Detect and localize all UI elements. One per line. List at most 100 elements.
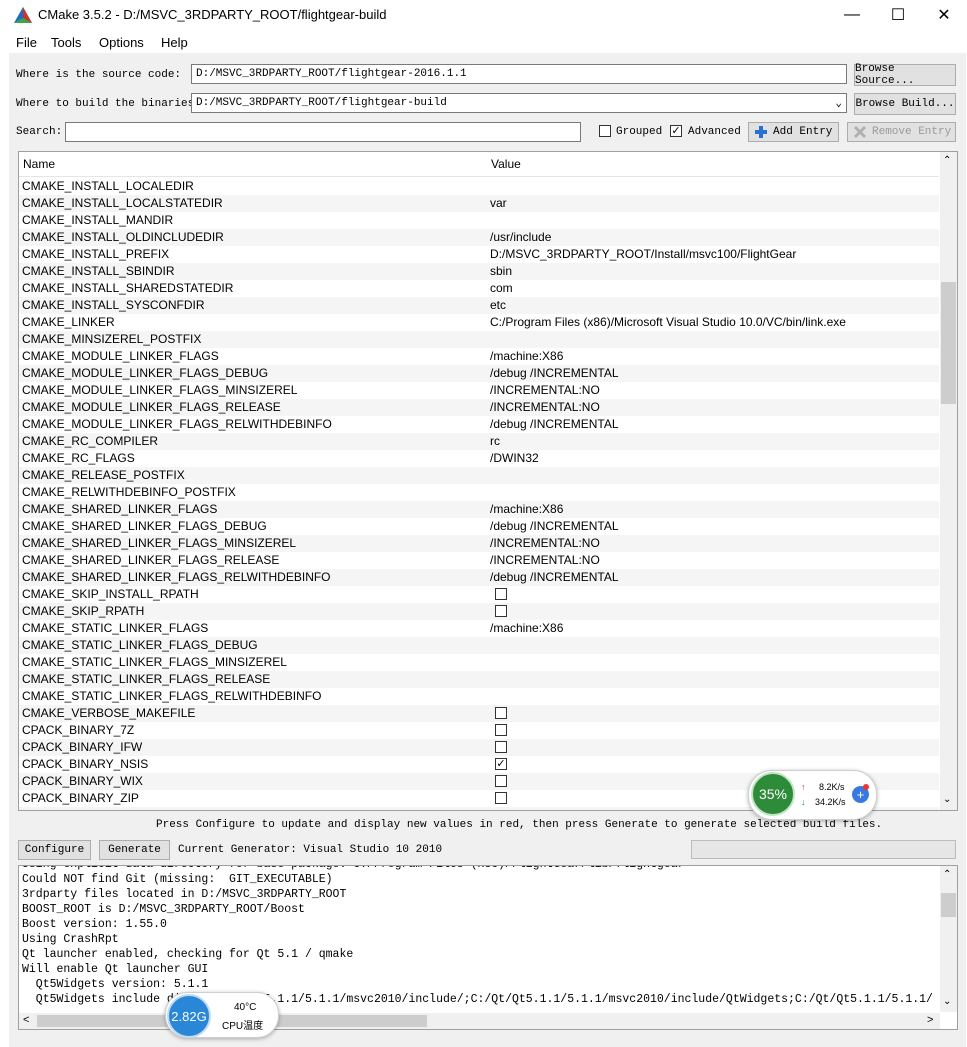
table-row[interactable]: CMAKE_INSTALL_PREFIX D:/MSVC_3RDPARTY_ROO… bbox=[19, 246, 939, 263]
table-row[interactable]: CMAKE_LINKER C:/Program Files (x86)/Micro… bbox=[19, 314, 939, 331]
row-value[interactable]: sbin bbox=[490, 264, 512, 278]
row-checkbox[interactable] bbox=[495, 792, 507, 804]
row-value[interactable]: /debug /INCREMENTAL bbox=[490, 570, 619, 584]
row-value[interactable]: /debug /INCREMENTAL bbox=[490, 366, 619, 380]
row-value[interactable]: /INCREMENTAL:NO bbox=[490, 400, 600, 414]
row-value[interactable]: /usr/include bbox=[490, 230, 551, 244]
table-row[interactable]: CMAKE_INSTALL_SHAREDSTATEDIR com bbox=[19, 280, 939, 297]
row-value[interactable]: rc bbox=[490, 434, 500, 448]
generate-button[interactable]: Generate bbox=[99, 840, 170, 860]
table-row[interactable]: CMAKE_SHARED_LINKER_FLAGS_DEBUG/debug /I… bbox=[19, 518, 939, 535]
row-name: CMAKE_LINKER bbox=[22, 315, 115, 329]
row-value[interactable]: /INCREMENTAL:NO bbox=[490, 553, 600, 567]
network-monitor-widget[interactable]: 35% ↑ 8.2K/s ↓ 34.2K/s + bbox=[748, 770, 877, 820]
maximize-button[interactable]: ☐ bbox=[875, 0, 921, 30]
add-entry-button[interactable]: Add Entry bbox=[748, 122, 839, 142]
table-row[interactable]: CMAKE_STATIC_LINKER_FLAGS_RELEASE bbox=[19, 671, 939, 688]
close-button[interactable]: ✕ bbox=[921, 0, 967, 30]
table-row[interactable]: CMAKE_RC_COMPILER rc bbox=[19, 433, 939, 450]
menu-help[interactable]: Help bbox=[161, 35, 188, 50]
remove-entry-button[interactable]: Remove Entry bbox=[847, 122, 956, 142]
row-value[interactable]: /debug /INCREMENTAL bbox=[490, 519, 619, 533]
source-path-input[interactable]: D:/MSVC_3RDPARTY_ROOT/flightgear-2016.1.… bbox=[191, 64, 847, 84]
header-name[interactable]: Name bbox=[23, 157, 55, 171]
scroll-left-icon[interactable]: < bbox=[23, 1014, 29, 1026]
table-row[interactable]: CMAKE_SKIP_INSTALL_RPATH bbox=[19, 586, 939, 603]
table-row[interactable]: CMAKE_MODULE_LINKER_FLAGS /machine:X86 bbox=[19, 348, 939, 365]
configure-button[interactable]: Configure bbox=[18, 840, 91, 860]
table-row[interactable]: CMAKE_MODULE_LINKER_FLAGS_RELWITHDEBINFO… bbox=[19, 416, 939, 433]
table-row[interactable]: CMAKE_STATIC_LINKER_FLAGS_RELWITHDEBINFO bbox=[19, 688, 939, 705]
table-row[interactable]: CMAKE_MINSIZEREL_POSTFIX bbox=[19, 331, 939, 348]
menu-options[interactable]: Options bbox=[99, 35, 144, 50]
table-row[interactable]: CMAKE_INSTALL_SYSCONFDIR etc bbox=[19, 297, 939, 314]
row-value[interactable]: /DWIN32 bbox=[490, 451, 539, 465]
output-log[interactable]: Using explicit data directory for base p… bbox=[18, 865, 958, 1030]
table-vertical-scrollbar[interactable]: ⌃ ⌄ bbox=[940, 152, 957, 810]
build-path-combobox[interactable]: D:/MSVC_3RDPARTY_ROOT/flightgear-build ⌄ bbox=[191, 93, 847, 113]
row-value[interactable]: C:/Program Files (x86)/Microsoft Visual … bbox=[490, 315, 846, 329]
row-value[interactable]: /INCREMENTAL:NO bbox=[490, 383, 600, 397]
row-checkbox[interactable] bbox=[495, 707, 507, 719]
table-row[interactable]: CMAKE_INSTALL_MANDIR bbox=[19, 212, 939, 229]
row-value[interactable]: /INCREMENTAL:NO bbox=[490, 536, 600, 550]
cache-table[interactable]: Name Value CMAKE_INSTALL_LOCALEDIR CMAKE_… bbox=[18, 151, 958, 811]
row-value[interactable]: /machine:X86 bbox=[490, 502, 563, 516]
table-row[interactable]: CMAKE_RELEASE_POSTFIX bbox=[19, 467, 939, 484]
scroll-right-icon[interactable]: > bbox=[927, 1014, 933, 1026]
header-value[interactable]: Value bbox=[491, 157, 521, 171]
table-row[interactable]: CMAKE_RELWITHDEBINFO_POSTFIX bbox=[19, 484, 939, 501]
table-row[interactable]: CPACK_BINARY_IFW bbox=[19, 739, 939, 756]
row-value[interactable]: /machine:X86 bbox=[490, 349, 563, 363]
cpu-monitor-widget[interactable]: 2.82G 40°C CPU温度 bbox=[165, 992, 279, 1038]
search-input[interactable] bbox=[65, 122, 581, 142]
table-row[interactable]: CMAKE_STATIC_LINKER_FLAGS /machine:X86 bbox=[19, 620, 939, 637]
table-row[interactable]: CMAKE_SHARED_LINKER_FLAGS /machine:X86 bbox=[19, 501, 939, 518]
table-row[interactable]: CMAKE_MODULE_LINKER_FLAGS_DEBUG/debug /I… bbox=[19, 365, 939, 382]
table-row[interactable]: CPACK_BINARY_7Z bbox=[19, 722, 939, 739]
scroll-down-icon[interactable]: ⌄ bbox=[943, 794, 951, 805]
log-horizontal-scrollbar[interactable]: < > bbox=[19, 1013, 940, 1029]
scroll-down-icon[interactable]: ⌄ bbox=[943, 996, 951, 1007]
table-row[interactable]: CMAKE_RC_FLAGS /DWIN32 bbox=[19, 450, 939, 467]
table-row[interactable]: CMAKE_INSTALL_SBINDIR sbin bbox=[19, 263, 939, 280]
row-checkbox[interactable] bbox=[495, 775, 507, 787]
row-value[interactable]: D:/MSVC_3RDPARTY_ROOT/Install/msvc100/Fl… bbox=[490, 247, 796, 261]
row-checkbox[interactable]: ✓ bbox=[495, 758, 507, 770]
table-row[interactable]: CMAKE_SKIP_RPATH bbox=[19, 603, 939, 620]
chevron-down-icon[interactable]: ⌄ bbox=[835, 96, 842, 110]
table-row[interactable]: CMAKE_MODULE_LINKER_FLAGS_MINSIZEREL/INC… bbox=[19, 382, 939, 399]
row-value[interactable]: /machine:X86 bbox=[490, 621, 563, 635]
row-value[interactable]: com bbox=[490, 281, 513, 295]
browse-source-button[interactable]: Browse Source... bbox=[854, 63, 956, 87]
table-row[interactable]: CMAKE_INSTALL_OLDINCLUDEDIR/usr/include bbox=[19, 229, 939, 246]
row-value[interactable]: /debug /INCREMENTAL bbox=[490, 417, 619, 431]
table-row[interactable]: CMAKE_STATIC_LINKER_FLAGS_MINSIZEREL bbox=[19, 654, 939, 671]
row-checkbox[interactable] bbox=[495, 605, 507, 617]
table-row[interactable]: CMAKE_INSTALL_LOCALEDIR bbox=[19, 178, 939, 195]
grouped-checkbox[interactable] bbox=[599, 125, 611, 137]
menu-tools[interactable]: Tools bbox=[51, 35, 81, 50]
row-value[interactable]: etc bbox=[490, 298, 506, 312]
table-row[interactable]: CMAKE_SHARED_LINKER_FLAGS_MINSIZEREL/INC… bbox=[19, 535, 939, 552]
row-checkbox[interactable] bbox=[495, 741, 507, 753]
row-value[interactable]: var bbox=[490, 196, 507, 210]
advanced-checkbox[interactable]: ✓ bbox=[670, 125, 682, 137]
scroll-up-icon[interactable]: ⌃ bbox=[943, 869, 951, 880]
row-value[interactable]: D:/MSVC_3RDPARTY_ROOT/3rdParty/include bbox=[490, 808, 741, 810]
table-row[interactable]: CMAKE_SHARED_LINKER_FLAGS_RELEASE/INCREM… bbox=[19, 552, 939, 569]
table-row[interactable]: CMAKE_STATIC_LINKER_FLAGS_DEBUG bbox=[19, 637, 939, 654]
menu-file[interactable]: File bbox=[16, 35, 37, 50]
table-row[interactable]: CMAKE_SHARED_LINKER_FLAGS_RELWITHDEBINFO… bbox=[19, 569, 939, 586]
table-row[interactable]: CMAKE_INSTALL_LOCALSTATEDIR var bbox=[19, 195, 939, 212]
minimize-button[interactable]: — bbox=[829, 0, 875, 30]
table-scroll-thumb[interactable] bbox=[941, 282, 956, 404]
row-checkbox[interactable] bbox=[495, 588, 507, 600]
table-row[interactable]: CMAKE_VERBOSE_MAKEFILE bbox=[19, 705, 939, 722]
scroll-up-icon[interactable]: ⌃ bbox=[943, 155, 951, 166]
browse-build-button[interactable]: Browse Build... bbox=[854, 93, 956, 115]
log-vertical-scrollbar[interactable]: ⌃ ⌄ bbox=[940, 866, 957, 1012]
table-row[interactable]: CMAKE_MODULE_LINKER_FLAGS_RELEASE/INCREM… bbox=[19, 399, 939, 416]
log-scroll-thumb[interactable] bbox=[941, 893, 956, 917]
row-checkbox[interactable] bbox=[495, 724, 507, 736]
